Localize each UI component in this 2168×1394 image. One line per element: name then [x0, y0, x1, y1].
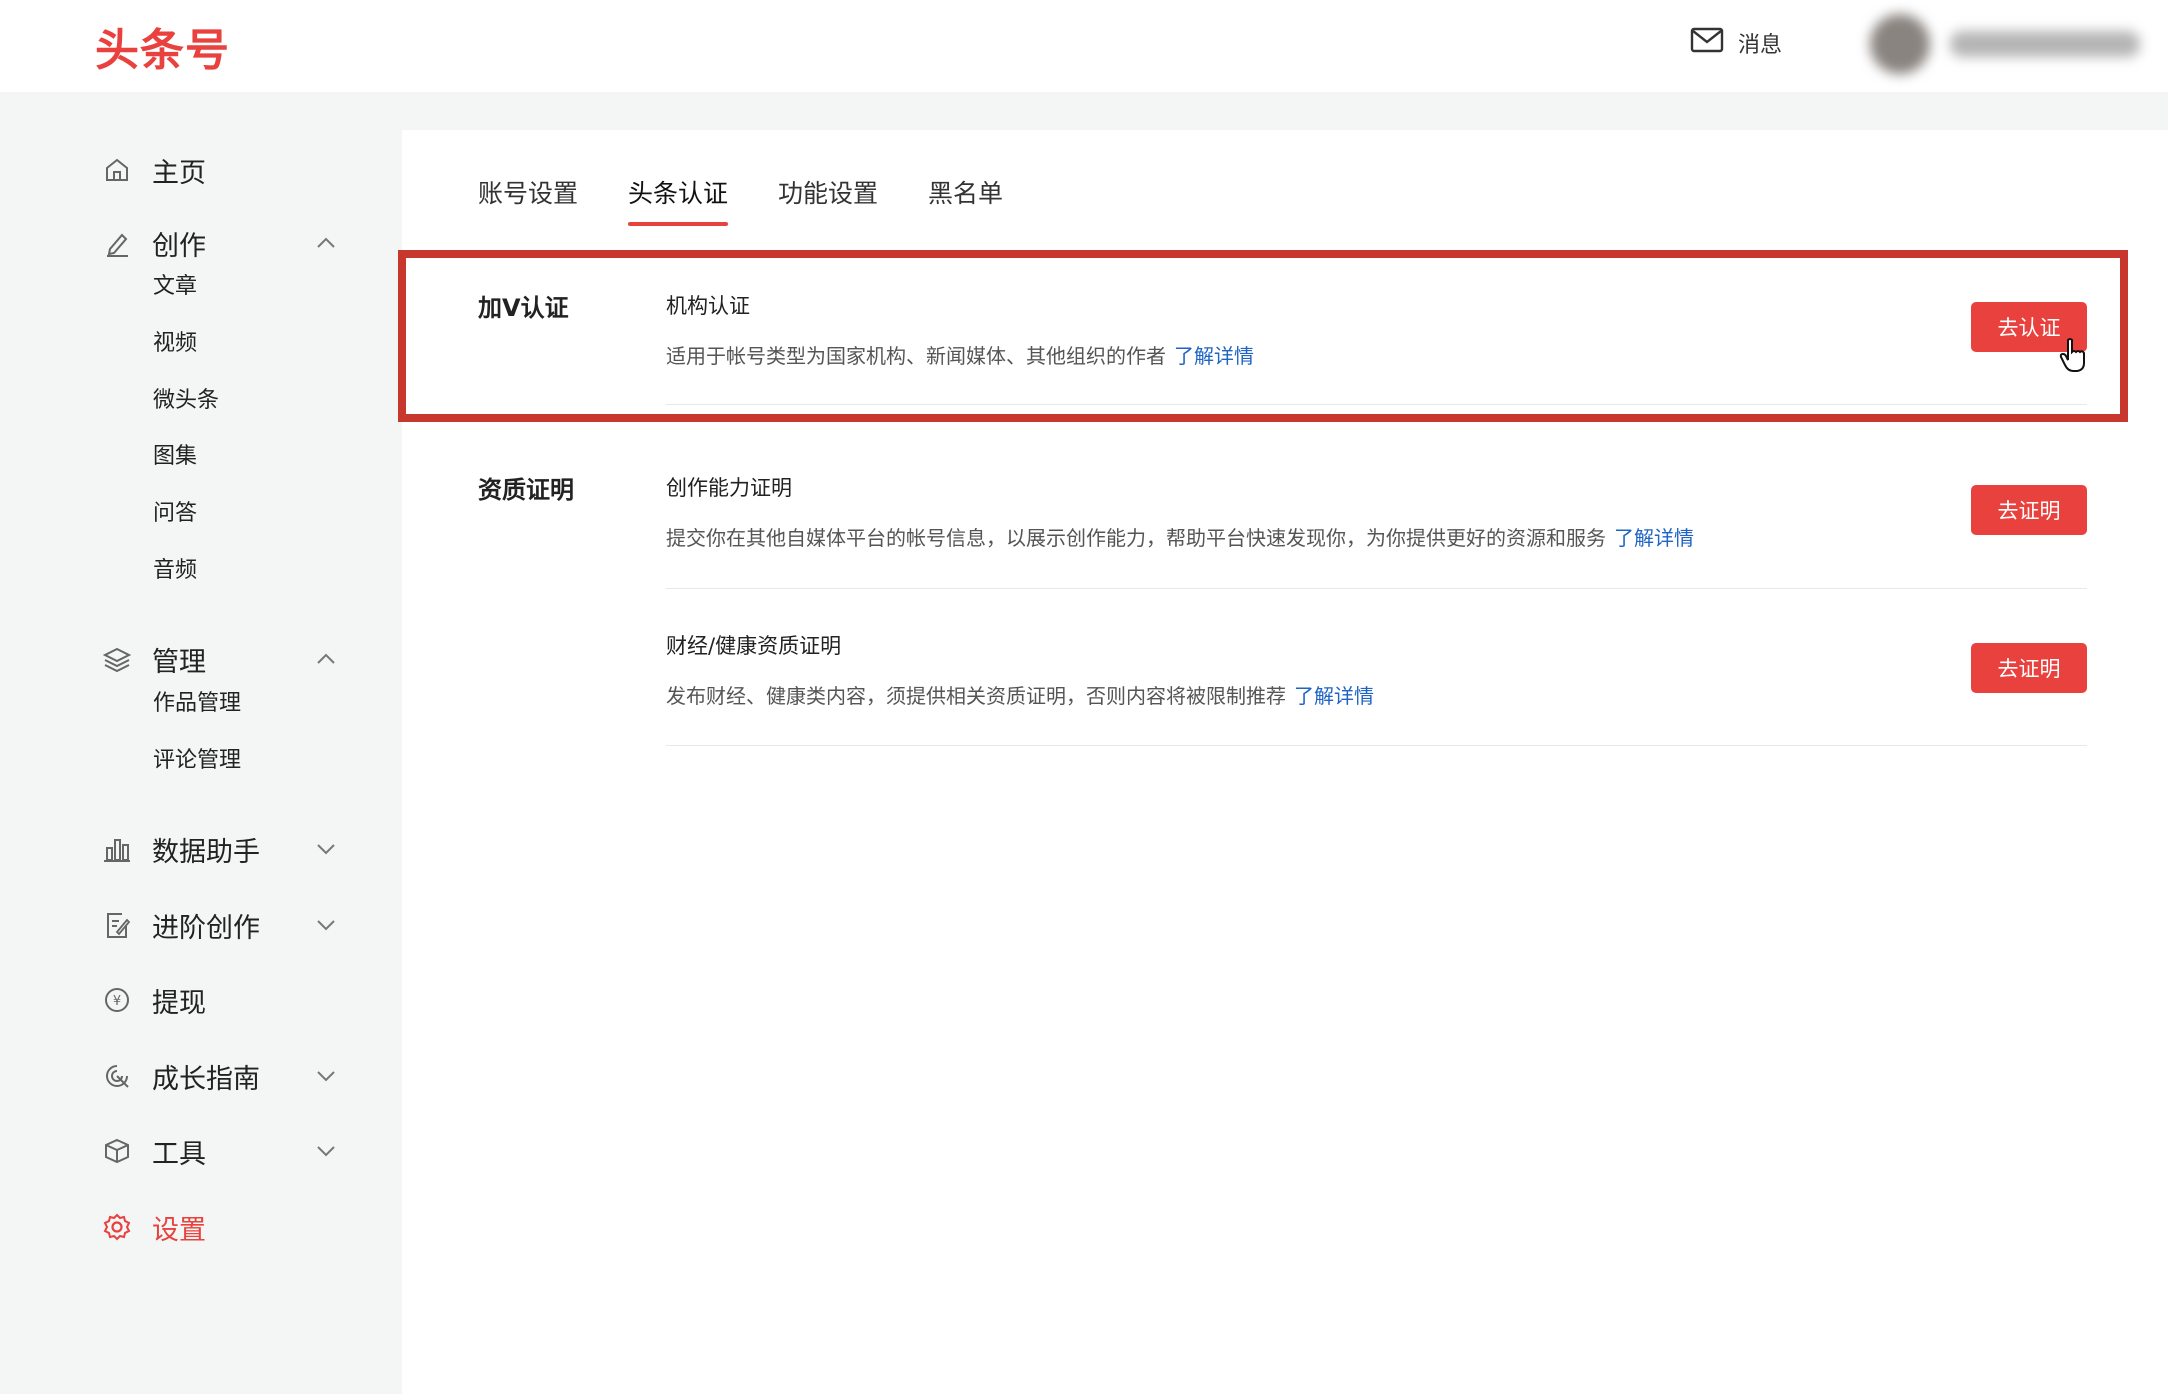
sidebar-item-growth[interactable]: 成长指南 [100, 1054, 350, 1098]
sidebar-item-home[interactable]: 主页 [100, 148, 350, 192]
item-title-creation-proof: 创作能力证明 [666, 476, 792, 500]
cube-icon [100, 1134, 134, 1168]
sidebar-item-label: 进阶创作 [152, 912, 260, 944]
sidebar: 主页 创作 文章 视频 微头条 图集 问答 音频 管理 作品管理 评论管理 数据… [0, 92, 400, 1394]
chevron-up-icon [317, 653, 335, 664]
item-desc-creation-proof: 提交你在其他自媒体平台的帐号信息，以展示创作能力，帮助平台快速发现你，为你提供更… [666, 522, 1694, 551]
sidebar-item-settings[interactable]: 设置 [100, 1205, 350, 1249]
sidebar-item-label: 成长指南 [152, 1063, 260, 1095]
tab-blacklist[interactable]: 黑名单 [928, 174, 1003, 224]
divider [666, 588, 2087, 589]
learn-more-link[interactable]: 了解详情 [1294, 684, 1374, 708]
sidebar-item-manage[interactable]: 管理 [100, 637, 350, 681]
sidebar-item-label: 主页 [152, 157, 206, 189]
chevron-up-icon [317, 237, 335, 248]
learn-more-link[interactable]: 了解详情 [1614, 526, 1694, 550]
tab-function-settings[interactable]: 功能设置 [778, 174, 878, 224]
sidebar-item-create[interactable]: 创作 [100, 221, 350, 265]
chevron-down-icon [317, 844, 335, 855]
user-profile[interactable] [1870, 8, 2168, 80]
messages-button[interactable]: 消息 [1690, 26, 1782, 60]
home-icon [100, 153, 134, 187]
svg-text:¥: ¥ [113, 994, 121, 1009]
avatar [1870, 14, 1930, 74]
messages-label: 消息 [1738, 33, 1783, 58]
highlight-box [398, 250, 2128, 422]
divider [666, 745, 2087, 746]
edit-doc-icon [100, 908, 134, 942]
sidebar-subitem-comments[interactable]: 评论管理 [153, 742, 241, 774]
growth-icon [100, 1059, 134, 1093]
chevron-down-icon [317, 1146, 335, 1157]
mail-icon [1690, 26, 1724, 60]
sidebar-subitem-gallery[interactable]: 图集 [153, 438, 197, 470]
username-blurred [1950, 31, 2140, 57]
desc-text: 提交你在其他自媒体平台的帐号信息，以展示创作能力，帮助平台快速发现你，为你提供更… [666, 526, 1606, 550]
tab-toutiao-cert[interactable]: 头条认证 [628, 174, 729, 226]
sidebar-subitem-video[interactable]: 视频 [153, 325, 197, 357]
chevron-down-icon [317, 920, 335, 931]
go-prove-button[interactable]: 去证明 [1971, 485, 2087, 535]
sidebar-item-label: 数据助手 [152, 836, 260, 868]
gear-icon [100, 1210, 134, 1244]
sidebar-subitem-audio[interactable]: 音频 [153, 552, 197, 584]
layers-icon [100, 642, 134, 676]
sidebar-item-tools[interactable]: 工具 [100, 1129, 350, 1173]
logo[interactable]: 头条号 [95, 14, 230, 78]
sidebar-item-data[interactable]: 数据助手 [100, 827, 350, 871]
item-title-finance-health-proof: 财经/健康资质证明 [666, 634, 842, 658]
go-prove-button[interactable]: 去证明 [1971, 643, 2087, 693]
pen-icon [100, 226, 134, 260]
sidebar-item-advanced[interactable]: 进阶创作 [100, 903, 350, 947]
sidebar-item-label: 工具 [152, 1138, 206, 1170]
yuan-coin-icon: ¥ [100, 983, 134, 1017]
sidebar-item-label: 提现 [152, 987, 206, 1019]
desc-text: 发布财经、健康类内容，须提供相关资质证明，否则内容将被限制推荐 [666, 684, 1286, 708]
section-title-qualification: 资质证明 [478, 476, 574, 504]
chevron-down-icon [317, 1071, 335, 1082]
top-header: 头条号 消息 [0, 0, 2168, 92]
sidebar-subitem-works[interactable]: 作品管理 [153, 685, 241, 717]
sidebar-item-withdraw[interactable]: ¥ 提现 [100, 978, 350, 1022]
tab-account-settings[interactable]: 账号设置 [478, 174, 578, 224]
sidebar-subitem-article[interactable]: 文章 [153, 268, 197, 300]
sidebar-subitem-micro[interactable]: 微头条 [153, 382, 219, 414]
sidebar-item-label: 设置 [152, 1214, 206, 1246]
sidebar-item-label: 创作 [152, 230, 206, 262]
sidebar-subitem-qa[interactable]: 问答 [153, 495, 197, 527]
item-desc-finance-health-proof: 发布财经、健康类内容，须提供相关资质证明，否则内容将被限制推荐 了解详情 [666, 680, 1374, 709]
sidebar-item-label: 管理 [152, 646, 206, 678]
settings-tabs: 账号设置 头条认证 功能设置 黑名单 [478, 174, 1053, 226]
bar-chart-icon [100, 832, 134, 866]
